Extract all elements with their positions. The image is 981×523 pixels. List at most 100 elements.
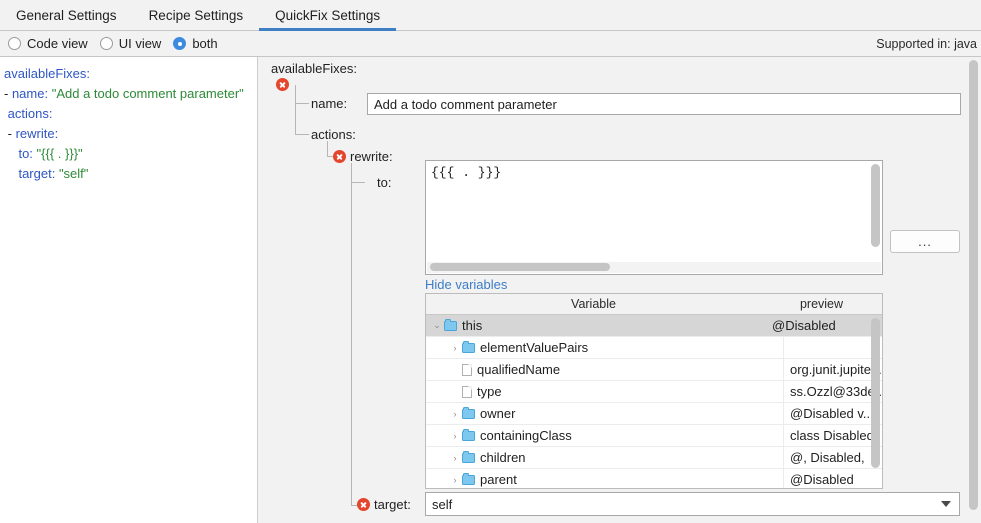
availablefixes-label: availableFixes: — [271, 61, 357, 76]
hide-variables-link[interactable]: Hide variables — [425, 277, 507, 292]
quickfix-settings-window: General Settings Recipe Settings QuickFi… — [0, 0, 981, 523]
tab-general-settings-label: General Settings — [16, 7, 117, 23]
radio-code-view-label: Code view — [27, 36, 88, 51]
ui-view-panel: availableFixes: name: Add a todo comment… — [265, 57, 981, 523]
table-row[interactable]: › children @, Disabled, — [426, 447, 882, 469]
target-dropdown[interactable]: self — [425, 492, 960, 516]
tree-line — [351, 163, 352, 505]
variables-table-header: Variable preview — [426, 294, 882, 315]
variable-name: this — [462, 318, 483, 333]
table-cell-variable: qualifiedName — [426, 362, 783, 377]
browse-button[interactable]: ... — [890, 230, 960, 253]
code-token: "{{{ . }}}" — [36, 146, 83, 161]
panel-scrollbar-track[interactable] — [966, 57, 981, 523]
to-textarea-vertical-scrollbar[interactable] — [871, 164, 880, 247]
to-textarea-horizontal-scrollbar-track[interactable] — [427, 262, 881, 273]
code-line: to: "{{{ . }}}" — [4, 144, 257, 164]
table-row[interactable]: qualifiedName org.junit.jupite... — [426, 359, 882, 381]
file-icon — [462, 385, 472, 398]
variables-table[interactable]: Variable preview ⌄ this @Disabled › elementV… — [425, 293, 883, 489]
radio-ui-view[interactable]: UI view — [99, 36, 161, 51]
table-cell-variable: ⌄ this — [426, 318, 765, 333]
tree-line — [295, 134, 309, 135]
folder-icon — [462, 473, 475, 485]
code-token: target: — [18, 166, 56, 181]
code-line: actions: — [4, 104, 257, 124]
variable-name: qualifiedName — [477, 362, 561, 377]
column-header-preview[interactable]: preview — [761, 297, 882, 311]
table-row[interactable]: › elementValuePairs — [426, 337, 882, 359]
code-token: "Add a todo comment parameter" — [51, 86, 244, 101]
code-token: availableFixes: — [4, 66, 90, 81]
code-view-panel[interactable]: availableFixes: - name: "Add a todo comme… — [0, 57, 258, 523]
tab-recipe-settings-label: Recipe Settings — [148, 7, 244, 23]
variables-table-scrollbar[interactable] — [871, 318, 880, 468]
chevron-right-icon[interactable]: › — [448, 409, 462, 419]
panel-scrollbar-thumb[interactable] — [969, 60, 978, 510]
to-textarea[interactable]: {{{ . }}} — [425, 160, 883, 275]
tab-recipe-settings[interactable]: Recipe Settings — [133, 0, 260, 30]
chevron-right-icon[interactable]: › — [448, 475, 462, 485]
table-cell-preview — [783, 337, 882, 358]
to-textarea-horizontal-scrollbar-thumb[interactable] — [430, 263, 610, 271]
variable-name: owner — [480, 406, 516, 421]
table-row[interactable]: › owner @Disabled v... — [426, 403, 882, 425]
table-cell-variable: › owner — [426, 406, 783, 421]
chevron-right-icon[interactable]: › — [448, 343, 462, 353]
variable-name: containingClass — [480, 428, 572, 443]
error-icon-fix-entry — [276, 78, 289, 91]
table-cell-variable: type — [426, 384, 783, 399]
variable-name: children — [480, 450, 526, 465]
table-row[interactable]: › containingClass class Disabled... — [426, 425, 882, 447]
name-input-value: Add a todo comment parameter — [374, 96, 557, 112]
code-line: - name: "Add a todo comment parameter" — [4, 84, 257, 104]
column-header-variable[interactable]: Variable — [426, 297, 761, 311]
name-field-label: name: — [311, 96, 348, 111]
error-icon-target — [357, 498, 370, 511]
radio-both-view[interactable]: both — [173, 36, 218, 51]
code-token: - — [4, 126, 16, 141]
table-cell-preview: @, Disabled, — [783, 447, 882, 468]
table-cell-variable: › elementValuePairs — [426, 340, 783, 355]
folder-icon — [444, 319, 457, 331]
radio-code-view-indicator — [8, 37, 21, 50]
variable-name: parent — [480, 472, 517, 487]
table-row[interactable]: ⌄ this @Disabled — [426, 315, 882, 337]
code-token: actions: — [7, 106, 53, 121]
code-token: "self" — [58, 166, 89, 181]
variable-name: type — [477, 384, 502, 399]
table-cell-preview: ss.Ozzl@33de... — [783, 381, 882, 402]
variables-table-body: ⌄ this @Disabled › elementValuePairs qualifie… — [426, 315, 882, 488]
table-row[interactable]: › parent @Disabled — [426, 469, 882, 488]
folder-icon — [462, 429, 475, 441]
target-dropdown-value: self — [432, 496, 453, 512]
table-cell-variable: › containingClass — [426, 428, 783, 443]
table-cell-preview: @Disabled — [783, 469, 882, 488]
chevron-right-icon[interactable]: › — [448, 453, 462, 463]
tab-quickfix-settings[interactable]: QuickFix Settings — [259, 0, 397, 31]
chevron-down-icon[interactable]: ⌄ — [430, 320, 444, 331]
table-cell-preview: class Disabled... — [783, 425, 882, 446]
chevron-down-icon — [941, 501, 951, 507]
tree-line — [327, 141, 328, 157]
folder-icon — [462, 451, 475, 463]
table-cell-variable: › children — [426, 450, 783, 465]
code-token: rewrite: — [15, 126, 59, 141]
table-cell-preview: org.junit.jupite... — [783, 359, 882, 380]
tab-general-settings[interactable]: General Settings — [0, 0, 133, 30]
file-icon — [462, 363, 472, 376]
code-token: to: — [18, 146, 33, 161]
tree-line — [351, 182, 365, 183]
table-cell-preview: @Disabled v... — [783, 403, 882, 424]
to-textarea-value: {{{ . }}} — [431, 165, 502, 180]
table-row[interactable]: type ss.Ozzl@33de... — [426, 381, 882, 403]
chevron-right-icon[interactable]: › — [448, 431, 462, 441]
code-line: availableFixes: — [4, 64, 257, 84]
rewrite-label: rewrite: — [350, 149, 393, 164]
radio-code-view[interactable]: Code view — [8, 36, 88, 51]
code-token: name: — [11, 86, 49, 101]
target-field-label: target: — [374, 497, 411, 512]
name-input[interactable]: Add a todo comment parameter — [367, 93, 961, 115]
